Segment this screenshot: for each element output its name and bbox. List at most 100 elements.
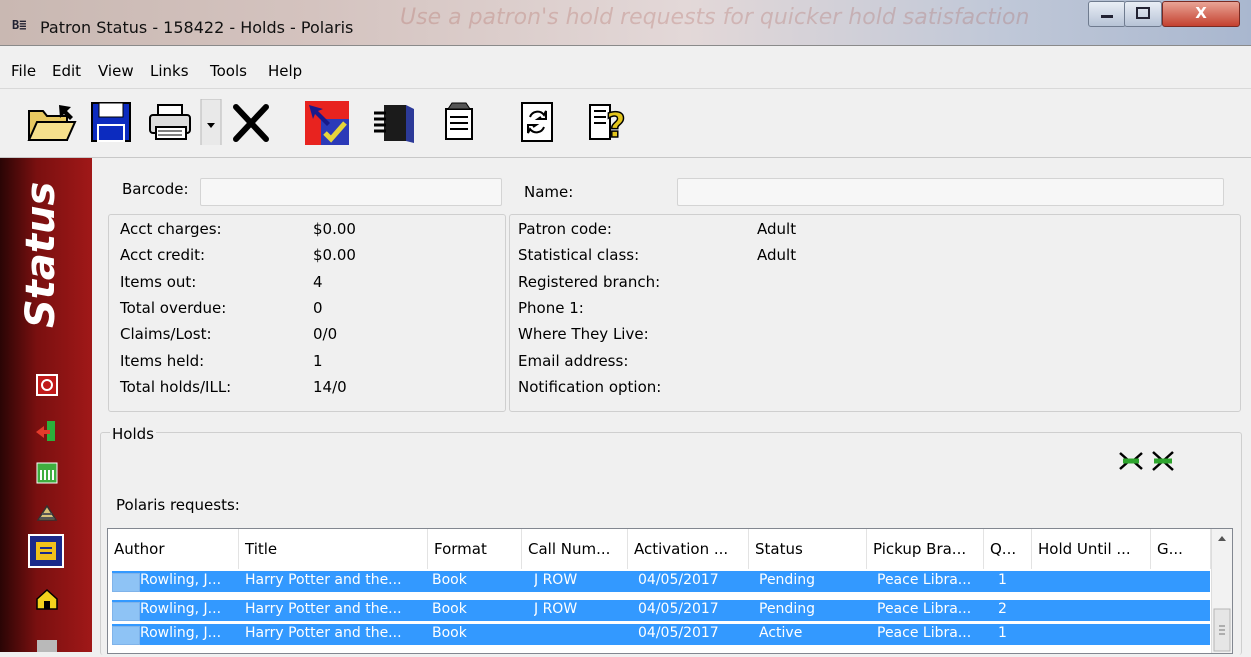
- claims-lost-value: 0/0: [313, 325, 338, 343]
- registered-branch-label: Registered branch:: [518, 273, 661, 291]
- cell-pickup: Peace Libra...: [877, 572, 972, 588]
- where-they-live-label: Where They Live:: [518, 325, 649, 343]
- menu-links[interactable]: Links: [150, 62, 189, 80]
- window-title: Patron Status - 158422 - Holds - Polaris: [40, 18, 354, 37]
- col-queue[interactable]: Q...: [984, 529, 1032, 569]
- cell-title: Harry Potter and the...: [245, 625, 402, 641]
- holds-group-label: Holds: [110, 425, 156, 443]
- records-icon[interactable]: [370, 99, 418, 145]
- cell-call-number: J ROW: [534, 572, 578, 588]
- collapse-icon[interactable]: [1150, 450, 1176, 472]
- col-hold-until[interactable]: Hold Until ...: [1032, 529, 1151, 569]
- menu-bar: File Edit View Links Tools Help: [0, 56, 1251, 89]
- items-held-label: Items held:: [120, 352, 205, 370]
- status-charges-icon[interactable]: [34, 372, 60, 398]
- table-row[interactable]: Rowling, J... Harry Potter and the... Bo…: [112, 624, 1210, 645]
- minimize-button[interactable]: [1088, 1, 1126, 27]
- close-button[interactable]: X: [1162, 1, 1240, 27]
- col-call-number[interactable]: Call Num...: [522, 529, 628, 569]
- claims-icon[interactable]: [34, 500, 60, 526]
- close-icon: X: [1195, 4, 1207, 22]
- cell-queue: 2: [998, 601, 1007, 617]
- row-selector[interactable]: [112, 602, 140, 621]
- dropdown-arrow-icon[interactable]: [200, 99, 222, 145]
- cell-status: Pending: [759, 601, 815, 617]
- checkin-icon[interactable]: [303, 99, 353, 145]
- cell-title: Harry Potter and the...: [245, 601, 402, 617]
- statistical-class-value: Adult: [757, 246, 797, 264]
- col-g[interactable]: G...: [1151, 529, 1211, 569]
- polaris-requests-label: Polaris requests:: [116, 496, 240, 514]
- vertical-scrollbar[interactable]: [1211, 529, 1232, 653]
- help-icon[interactable]: ?: [586, 99, 632, 145]
- cell-author: Rowling, J...: [140, 601, 222, 617]
- cell-pickup: Peace Libra...: [877, 625, 972, 641]
- checkout-icon[interactable]: [34, 418, 60, 444]
- cell-author: Rowling, J...: [140, 625, 222, 641]
- holds-icon[interactable]: [28, 534, 64, 568]
- col-author[interactable]: Author: [108, 529, 239, 569]
- open-folder-icon[interactable]: [25, 99, 81, 145]
- print-icon[interactable]: [146, 99, 196, 145]
- toolbar: ?: [0, 89, 1251, 158]
- sidebar-title: Status: [18, 181, 64, 329]
- cell-format: Book: [432, 601, 467, 617]
- cell-author: Rowling, J...: [140, 572, 222, 588]
- refresh-icon[interactable]: [518, 99, 558, 145]
- table-row[interactable]: Rowling, J... Harry Potter and the... Bo…: [112, 600, 1210, 621]
- patron-code-label: Patron code:: [518, 220, 612, 238]
- home-icon[interactable]: [34, 586, 60, 612]
- total-holds-value: 14/0: [313, 378, 347, 396]
- more-icon[interactable]: [34, 636, 60, 652]
- items-held-value: 1: [313, 352, 323, 370]
- items-out-label: Items out:: [120, 273, 197, 291]
- menu-tools[interactable]: Tools: [210, 62, 247, 80]
- table-row[interactable]: Rowling, J... Harry Potter and the... Bo…: [112, 571, 1210, 592]
- patron-code-value: Adult: [757, 220, 797, 238]
- total-overdue-value: 0: [313, 299, 323, 317]
- barcode-label: Barcode:: [122, 180, 189, 198]
- row-selector[interactable]: [112, 626, 140, 645]
- properties-icon[interactable]: [440, 99, 480, 145]
- app-icon: B≣: [12, 18, 27, 32]
- col-title[interactable]: Title: [239, 529, 428, 569]
- minimize-icon: [1101, 15, 1113, 18]
- col-activation[interactable]: Activation ...: [628, 529, 749, 569]
- cell-queue: 1: [998, 572, 1007, 588]
- name-field[interactable]: [677, 178, 1224, 206]
- menu-help[interactable]: Help: [268, 62, 302, 80]
- cell-queue: 1: [998, 625, 1007, 641]
- background-caption: Use a patron's hold requests for quicker…: [400, 5, 1030, 30]
- acct-charges-label: Acct charges:: [120, 220, 222, 238]
- cell-format: Book: [432, 625, 467, 641]
- cell-status: Pending: [759, 572, 815, 588]
- items-out-value: 4: [313, 273, 323, 291]
- total-overdue-label: Total overdue:: [120, 299, 227, 317]
- menu-file[interactable]: File: [11, 62, 36, 80]
- col-status[interactable]: Status: [749, 529, 867, 569]
- cell-call-number: J ROW: [534, 601, 578, 617]
- email-label: Email address:: [518, 352, 629, 370]
- save-icon[interactable]: [88, 99, 136, 145]
- row-selector[interactable]: [112, 573, 140, 592]
- maximize-button[interactable]: [1124, 1, 1162, 27]
- col-format[interactable]: Format: [428, 529, 522, 569]
- delete-x-icon[interactable]: [228, 99, 274, 145]
- menu-edit[interactable]: Edit: [52, 62, 81, 80]
- scroll-arrows-icon: [1213, 536, 1231, 652]
- cell-activation: 04/05/2017: [638, 625, 719, 641]
- sidebar: Status: [0, 158, 92, 652]
- barcode-field[interactable]: [200, 178, 502, 206]
- cell-status: Active: [759, 625, 803, 641]
- cell-pickup: Peace Libra...: [877, 601, 972, 617]
- title-bar: B≣ Patron Status - 158422 - Holds - Pola…: [0, 0, 1251, 46]
- cell-format: Book: [432, 572, 467, 588]
- items-out-icon[interactable]: [34, 460, 60, 486]
- acct-credit-value: $0.00: [313, 246, 356, 264]
- svg-text:?: ?: [606, 106, 626, 145]
- expand-icon[interactable]: [1118, 450, 1144, 472]
- menu-view[interactable]: View: [98, 62, 134, 80]
- acct-charges-value: $0.00: [313, 220, 356, 238]
- holds-grid: Author Title Format Call Num... Activati…: [107, 528, 1233, 654]
- col-pickup-branch[interactable]: Pickup Bra...: [867, 529, 984, 569]
